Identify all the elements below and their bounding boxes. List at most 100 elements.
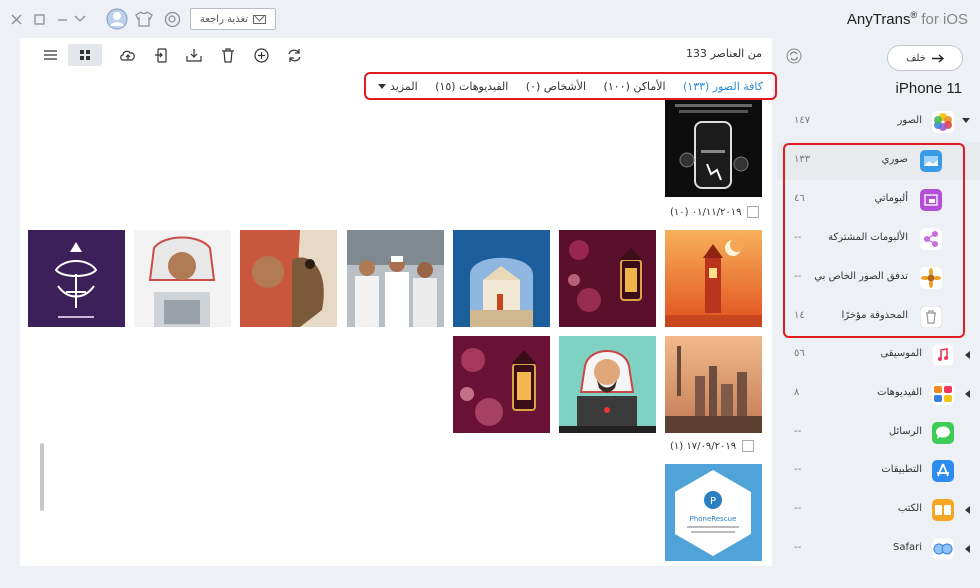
sidebar-item-apps[interactable]: التطبيقات -- (778, 452, 980, 490)
account-icon[interactable] (106, 8, 128, 30)
caret-left-icon (965, 390, 970, 398)
safari-icon (931, 537, 955, 561)
delete-icon[interactable] (218, 46, 238, 64)
group-checkbox-1[interactable] (747, 206, 760, 218)
caret-left-icon (965, 506, 970, 514)
sidebar-item-label: الموسيقى (880, 348, 922, 359)
sidebar-item-count: ٤٦ (794, 193, 805, 204)
app-title: AnyTrans® for iOS (847, 10, 968, 28)
sidebar-item-shared-albums[interactable]: الألبومات المشتركة -- (778, 220, 980, 258)
sidebar-item-messages[interactable]: الرسائل -- (778, 414, 980, 452)
toolbar: 133 من العناصر (20, 38, 772, 72)
app-name: AnyTrans (846, 11, 911, 28)
sidebar-item-videos[interactable]: الفيديوهات ٨ (778, 375, 980, 413)
filter-videos[interactable]: الفيديوهات (١٥) (435, 80, 508, 93)
upload-icon[interactable] (118, 46, 138, 64)
sidebar-item-count: ٨ (794, 387, 800, 398)
item-count: 133 من العناصر (685, 47, 762, 60)
search-icon[interactable] (162, 10, 182, 28)
group-checkbox-2[interactable] (742, 440, 755, 452)
photos-icon (932, 111, 954, 133)
phonerescue-text: PhoneRescue (690, 515, 737, 523)
photo-stream-icon (920, 267, 942, 289)
mosque-gate-photo[interactable] (453, 230, 550, 327)
app-reg: ® (910, 10, 918, 20)
sidebar-item-count: ٥٦ (794, 348, 805, 359)
lantern-bokeh-photo[interactable] (559, 230, 656, 327)
to-computer-icon[interactable] (184, 46, 204, 64)
sidebar-item-books[interactable]: الكتب -- (778, 491, 980, 529)
arrow-right-icon (931, 53, 944, 63)
sidebar-item-music[interactable]: الموسيقى ٥٦ (778, 336, 980, 374)
sidebar-item-count: -- (794, 232, 802, 243)
filter-more-label: المزيد (390, 79, 418, 93)
caret-down-icon (378, 84, 386, 89)
group-date-label-1: ٠١/١١/٢٠١٩ (١٠) (670, 206, 742, 218)
sidebar-item-label: الكتب (897, 503, 922, 514)
sidebar-item-count: -- (794, 271, 802, 282)
sidebar-item-label: صوري (881, 154, 908, 165)
sidebar-item-label: المحذوفة مؤخرًا (841, 310, 908, 321)
caret-down-icon (962, 118, 970, 123)
sidebar-item-photo-stream[interactable]: تدفق الصور الخاص بي -- (778, 259, 980, 297)
lantern-night-photo[interactable] (453, 336, 550, 433)
device-refresh-icon[interactable] (784, 46, 804, 66)
city-skyline-photo[interactable] (665, 336, 762, 433)
sidebar-item-label: ألبوماتي (874, 193, 908, 204)
refresh-icon[interactable] (284, 46, 304, 64)
albums-icon (920, 189, 942, 211)
phonerescue-logo-photo[interactable]: P PhoneRescue (665, 464, 762, 561)
device-name: iPhone 11 (895, 80, 962, 97)
sidebar-item-my-photos[interactable]: صوري ١٣٣ (778, 142, 980, 180)
lantern-moon-photo[interactable] (665, 230, 762, 327)
sidebar-item-photos[interactable]: الصور ١٤٧ (778, 103, 980, 141)
sidebar-item-label: Safari (892, 542, 922, 553)
app-suffix: for iOS (921, 11, 968, 28)
my-photos-icon (920, 150, 942, 172)
books-icon (932, 499, 954, 521)
phone-promo-photo[interactable] (665, 100, 762, 197)
sidebar-item-count: ١٣٣ (794, 154, 811, 165)
filter-people[interactable]: الأشخاص (٠) (526, 80, 586, 93)
apps-icon (932, 460, 954, 482)
filter-more[interactable]: المزيد (378, 80, 418, 93)
add-icon[interactable] (251, 46, 271, 64)
caret-left-icon (965, 351, 970, 359)
sidebar-item-count: -- (794, 542, 802, 553)
filter-all-photos[interactable]: كافة الصور (١٣٣) (683, 80, 763, 93)
falcon-photo[interactable] (240, 230, 337, 327)
sidebar-item-label: الألبومات المشتركة (828, 232, 908, 243)
crowd-photo[interactable] (347, 230, 444, 327)
list-view-icon[interactable] (40, 46, 60, 64)
calligraphy-photo[interactable] (28, 230, 125, 327)
sidebar-item-count: ١٤ (794, 310, 805, 321)
sidebar-item-safari[interactable]: Safari -- (778, 530, 980, 568)
maximize-icon[interactable] (29, 10, 49, 28)
shared-albums-icon (920, 228, 942, 250)
feedback-button[interactable]: تغذية راجعة (190, 8, 276, 30)
close-icon[interactable] (6, 10, 26, 28)
sidebar-item-count: -- (794, 503, 802, 514)
sidebar-item-albums[interactable]: ألبوماتي ٤٦ (778, 181, 980, 219)
sidebar-item-recently-deleted[interactable]: المحذوفة مؤخرًا ١٤ (778, 298, 980, 336)
sidebar-item-label: الرسائل (888, 426, 922, 437)
filter-places[interactable]: الأماكن (١٠٠) (604, 80, 666, 93)
gamer-illustration-photo[interactable] (559, 336, 656, 433)
minimize-icon[interactable] (52, 10, 72, 28)
skin-icon[interactable] (134, 10, 154, 28)
sidebar-item-count: -- (794, 426, 802, 437)
grid-view-icon[interactable] (68, 44, 102, 66)
sidebar-item-label: تدفق الصور الخاص بي (814, 271, 908, 282)
chevron-down-icon[interactable] (70, 10, 90, 28)
laptop-man-photo[interactable] (134, 230, 231, 327)
trash-icon (919, 305, 943, 329)
scrollbar[interactable] (40, 443, 44, 511)
back-button[interactable]: خلف (887, 45, 963, 71)
back-label: خلف (906, 52, 926, 64)
envelope-icon (253, 14, 267, 24)
photo-panel: 133 من العناصر كافة الصور (١٣٣) الأماكن … (20, 38, 777, 566)
feedback-label: تغذية راجعة (199, 13, 249, 25)
photo-filter-bar: كافة الصور (١٣٣) الأماكن (١٠٠) الأشخاص (… (364, 72, 777, 100)
caret-left-icon (965, 545, 970, 553)
to-device-icon[interactable] (151, 46, 171, 64)
